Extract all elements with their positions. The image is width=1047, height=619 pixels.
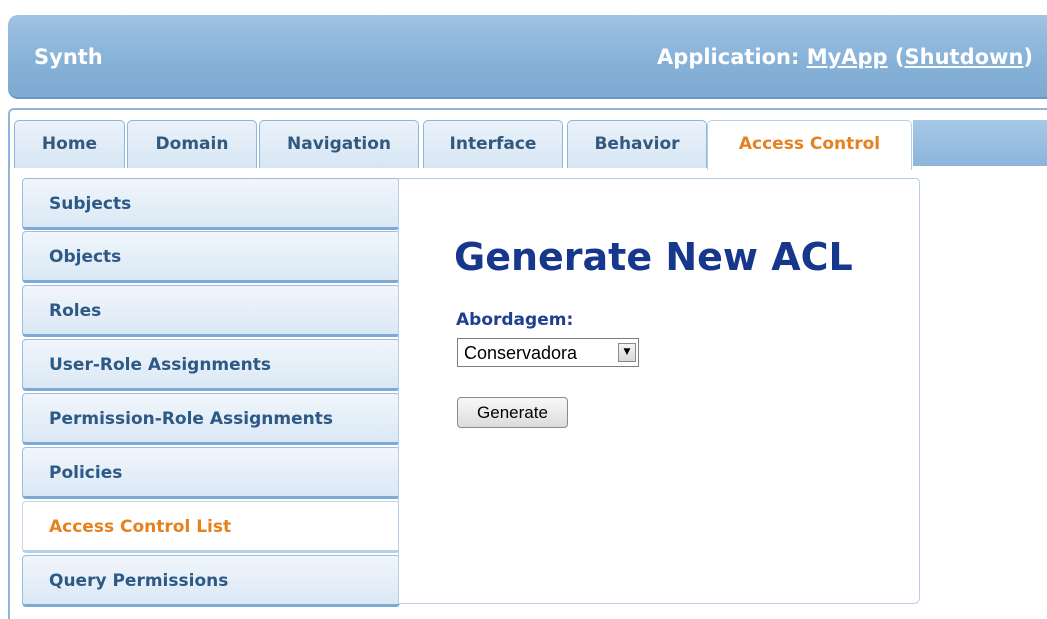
app-window: Synth Application: MyApp (Shutdown) Home… bbox=[0, 0, 1047, 619]
sidebar-item-user-role-assignments[interactable]: User-Role Assignments bbox=[22, 339, 400, 391]
generate-button[interactable]: Generate bbox=[457, 397, 568, 428]
shutdown-link[interactable]: Shutdown bbox=[905, 45, 1024, 69]
app-name-link[interactable]: MyApp bbox=[807, 45, 888, 69]
application-info: Application: MyApp (Shutdown) bbox=[657, 45, 1033, 69]
tab-access-control[interactable]: Access Control bbox=[707, 120, 912, 170]
sidebar-item-query-permissions[interactable]: Query Permissions bbox=[22, 555, 400, 607]
approach-select[interactable]: Conservadora ▼ bbox=[457, 338, 639, 367]
tab-domain[interactable]: Domain bbox=[127, 120, 257, 168]
sidebar-item-subjects[interactable]: Subjects bbox=[22, 178, 400, 230]
sidebar-item-permission-role-assignments[interactable]: Permission-Role Assignments bbox=[22, 393, 400, 445]
brand-title: Synth bbox=[34, 45, 103, 69]
page-title: Generate New ACL bbox=[454, 235, 853, 279]
sidebar: Subjects Objects Roles User-Role Assignm… bbox=[8, 166, 400, 619]
sidebar-item-objects[interactable]: Objects bbox=[22, 231, 400, 283]
application-prefix: Application: bbox=[657, 45, 807, 69]
chevron-down-icon[interactable]: ▼ bbox=[618, 343, 636, 362]
header-bar: Synth Application: MyApp (Shutdown) bbox=[8, 15, 1047, 99]
sidebar-item-access-control-list[interactable]: Access Control List bbox=[22, 501, 400, 553]
tab-strip: Home Domain Navigation Interface Behavio… bbox=[8, 108, 1047, 170]
tab-home[interactable]: Home bbox=[14, 120, 125, 168]
tab-interface[interactable]: Interface bbox=[423, 120, 563, 168]
tab-strip-filler bbox=[913, 120, 1047, 166]
open-paren: ( bbox=[887, 45, 905, 69]
tab-behavior[interactable]: Behavior bbox=[567, 120, 707, 168]
sidebar-item-policies[interactable]: Policies bbox=[22, 447, 400, 499]
approach-select-value: Conservadora bbox=[464, 343, 578, 363]
content-panel: Generate New ACL Abordagem: Conservadora… bbox=[398, 178, 920, 604]
sidebar-item-roles[interactable]: Roles bbox=[22, 285, 400, 337]
approach-label: Abordagem: bbox=[456, 310, 574, 330]
tab-navigation[interactable]: Navigation bbox=[259, 120, 419, 168]
close-paren: ) bbox=[1023, 45, 1033, 69]
